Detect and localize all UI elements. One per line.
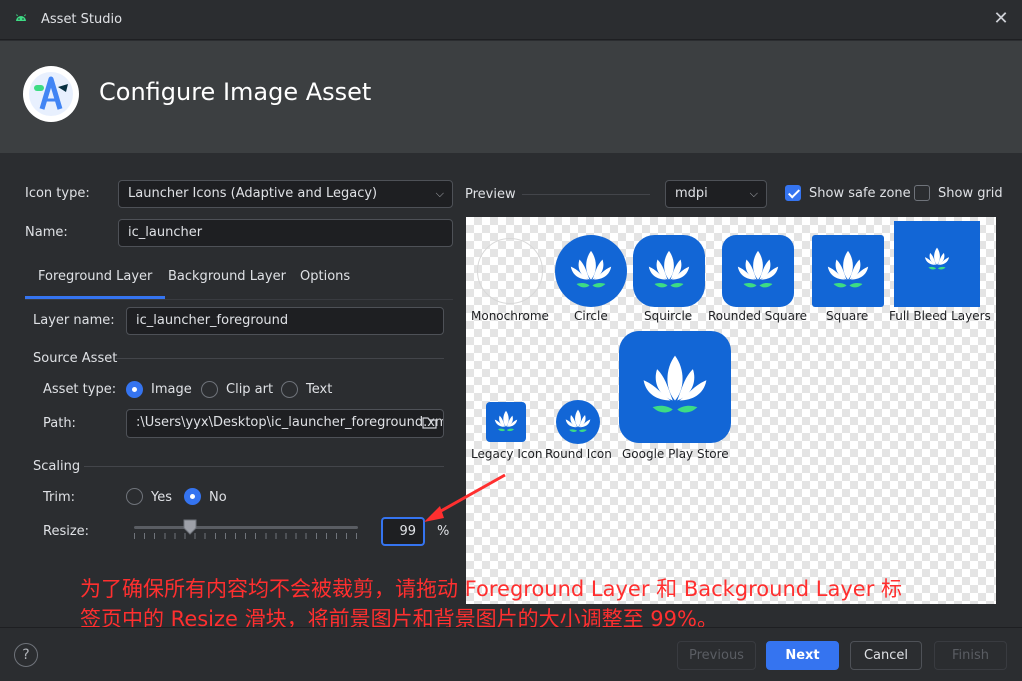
divider xyxy=(522,194,650,195)
tab-foreground-layer[interactable]: Foreground Layer xyxy=(25,262,166,299)
radio-text[interactable] xyxy=(281,381,298,398)
radio-trim-no[interactable] xyxy=(184,488,201,505)
icon-label-square: Square xyxy=(826,309,869,323)
radio-image[interactable] xyxy=(126,381,143,398)
divider xyxy=(116,358,444,359)
scaling-heading: Scaling xyxy=(33,459,81,474)
chevron-down-icon: ⌵ xyxy=(435,187,444,200)
density-value: mdpi xyxy=(675,186,708,201)
finish-button[interactable]: Finish xyxy=(934,641,1007,670)
round-icon-preview xyxy=(556,400,600,444)
preview-label: Preview xyxy=(465,187,516,202)
circle-icon-preview xyxy=(555,235,627,307)
icon-label-monochrome: Monochrome xyxy=(471,309,549,323)
window-title: Asset Studio xyxy=(41,12,123,27)
divider xyxy=(84,466,444,467)
next-button[interactable]: Next xyxy=(766,641,839,670)
path-value: :\Users\yyx\Desktop\ic_launcher_foregrou… xyxy=(136,415,444,430)
full-bleed-icon-preview xyxy=(894,221,980,307)
layer-tabs: Foreground Layer Background Layer Option… xyxy=(25,262,453,299)
icon-label-rounded-square: Rounded Square xyxy=(708,309,808,323)
annotation-text: 为了确保所有内容均不会被裁剪，请拖动 Foreground Layer 和 Ba… xyxy=(80,577,903,631)
icon-label-full-bleed: Full Bleed Layers xyxy=(889,309,991,323)
radio-clip-art-label[interactable]: Clip art xyxy=(226,382,273,397)
rounded-square-icon-preview xyxy=(722,235,794,307)
resize-label: Resize: xyxy=(43,524,90,539)
icon-type-dropdown[interactable]: Launcher Icons (Adaptive and Legacy) ⌵ xyxy=(118,180,453,208)
layer-name-input[interactable]: ic_launcher_foreground xyxy=(126,307,444,335)
legacy-icon-preview xyxy=(486,402,526,442)
help-button[interactable]: ? xyxy=(14,643,38,667)
icon-label-round: Round Icon xyxy=(545,447,612,461)
path-label: Path: xyxy=(43,416,76,431)
resize-slider-track[interactable] xyxy=(134,526,358,529)
show-grid-label[interactable]: Show grid xyxy=(938,186,1003,201)
resize-slider-thumb[interactable] xyxy=(183,519,197,535)
annotation-arrow-icon xyxy=(424,473,506,522)
previous-button[interactable]: Previous xyxy=(677,641,756,670)
radio-clip-art[interactable] xyxy=(201,381,218,398)
folder-icon[interactable] xyxy=(422,417,437,429)
icon-label-circle: Circle xyxy=(574,309,608,323)
show-safe-zone-checkbox[interactable] xyxy=(785,185,801,201)
tab-options[interactable]: Options xyxy=(287,262,363,299)
radio-trim-yes[interactable] xyxy=(126,488,143,505)
chevron-down-icon: ⌵ xyxy=(749,187,758,200)
icon-label-squircle: Squircle xyxy=(644,309,693,323)
icon-label-play-store: Google Play Store xyxy=(622,447,729,461)
radio-trim-no-label[interactable]: No xyxy=(209,490,227,505)
path-input[interactable]: :\Users\yyx\Desktop\ic_launcher_foregrou… xyxy=(126,409,444,438)
title-bar: Asset Studio ✕ xyxy=(0,0,1022,40)
android-studio-logo-icon xyxy=(23,66,79,122)
trim-label: Trim: xyxy=(43,490,76,505)
density-dropdown[interactable]: mdpi ⌵ xyxy=(665,180,767,208)
wizard-header: Configure Image Asset xyxy=(0,41,1022,153)
tab-background-layer[interactable]: Background Layer xyxy=(155,262,299,299)
close-icon[interactable]: ✕ xyxy=(990,9,1012,31)
monochrome-icon-preview xyxy=(477,238,543,304)
icon-preview-area: Monochrome Circle Squircle Rounded Squar… xyxy=(466,217,996,604)
name-input[interactable]: ic_launcher xyxy=(118,219,453,247)
show-safe-zone-label[interactable]: Show safe zone xyxy=(809,186,911,201)
show-grid-checkbox[interactable] xyxy=(914,185,930,201)
name-label: Name: xyxy=(25,225,68,240)
source-asset-heading: Source Asset xyxy=(33,351,118,366)
square-icon-preview xyxy=(812,235,884,307)
layer-name-label: Layer name: xyxy=(33,313,115,328)
radio-trim-yes-label[interactable]: Yes xyxy=(151,490,172,505)
play-store-icon-preview xyxy=(619,331,731,443)
icon-type-label: Icon type: xyxy=(25,186,90,201)
asset-type-label: Asset type: xyxy=(43,382,117,397)
resize-slider-ticks xyxy=(134,533,358,539)
icon-label-legacy: Legacy Icon xyxy=(471,447,543,461)
squircle-icon-preview xyxy=(633,235,705,307)
icon-type-value: Launcher Icons (Adaptive and Legacy) xyxy=(128,186,378,201)
page-title: Configure Image Asset xyxy=(99,78,372,106)
android-icon xyxy=(16,14,26,21)
radio-image-label[interactable]: Image xyxy=(151,382,192,397)
cancel-button[interactable]: Cancel xyxy=(850,641,922,670)
radio-text-label[interactable]: Text xyxy=(306,382,332,397)
